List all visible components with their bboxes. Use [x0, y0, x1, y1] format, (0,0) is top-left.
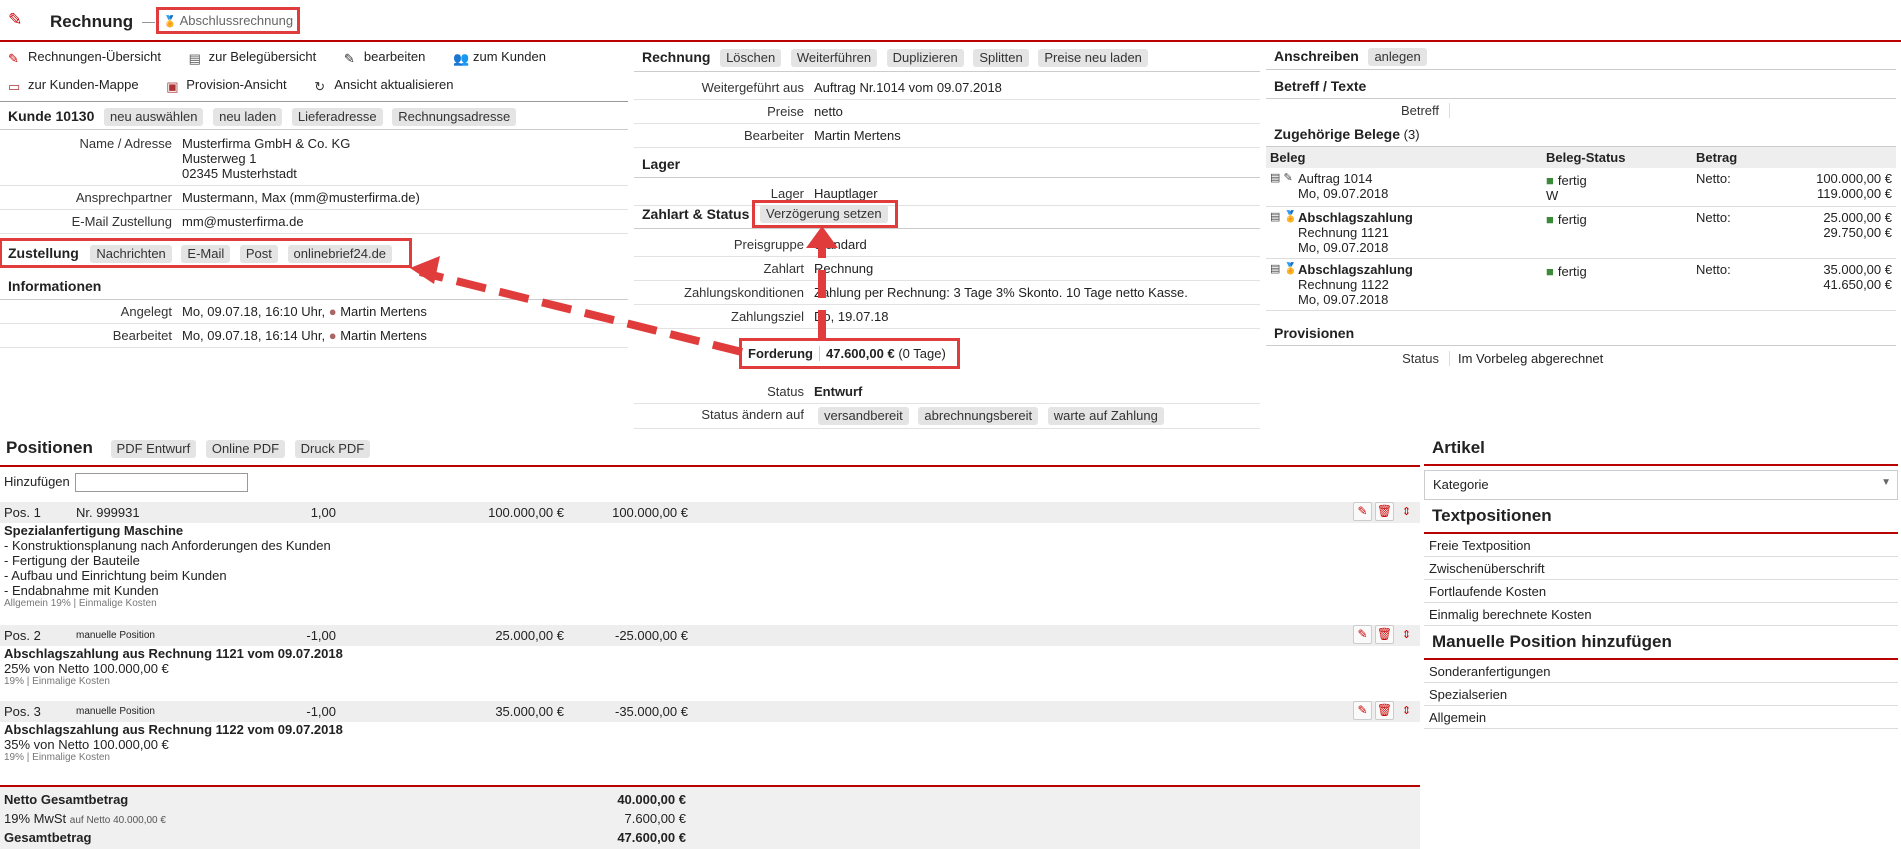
annotation-overlay: [410, 226, 838, 356]
arrowhead-up: [806, 226, 838, 248]
annotation-arrow-left: [419, 268, 743, 356]
